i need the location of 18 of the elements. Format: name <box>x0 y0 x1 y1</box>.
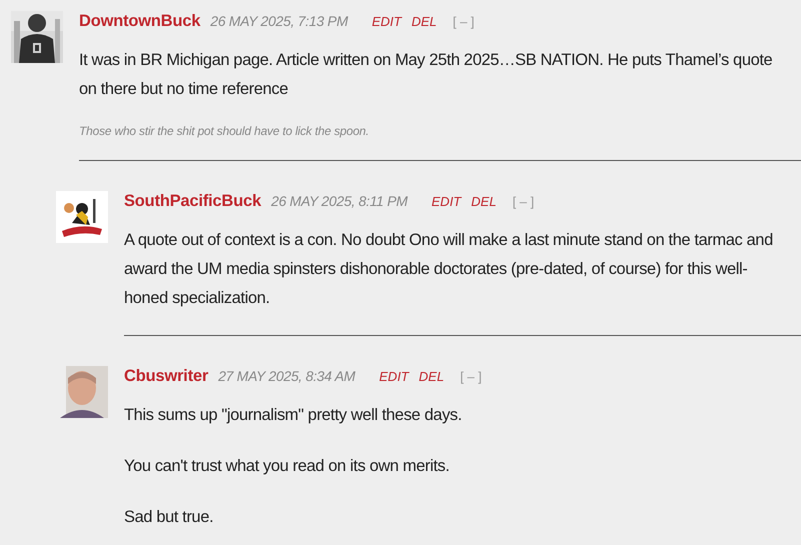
delete-link[interactable]: DEL <box>418 369 444 384</box>
comment-date: 26 MAY 2025, 8:11 PM <box>271 193 408 209</box>
edit-link[interactable]: EDIT <box>372 14 402 29</box>
author-name[interactable]: SouthPacificBuck <box>124 192 262 211</box>
edit-link[interactable]: EDIT <box>432 194 462 209</box>
comment-text: It was in BR Michigan page. Article written on May 25th 2025…SB NATION. He puts Thamel’s quote on there but no time reference <box>79 50 774 100</box>
comment-date: 26 MAY 2025, 7:13 PM <box>210 13 348 29</box>
signature: Those who stir the shit pot should have to lick the spoon. <box>79 124 370 138</box>
author-name[interactable]: DowntownBuck <box>79 12 200 31</box>
author-name[interactable]: Cbuswriter <box>124 367 208 386</box>
comment-text: A quote out of context is a con. No doubt Ono will make a last minute stand on the tarmac and award the UM media spinsters dishonorable doctorates (pre-dated, of course) for this well-honed specialization. <box>124 230 774 309</box>
delete-link[interactable]: DEL <box>411 14 437 29</box>
comment-text: Sad but true. <box>124 507 214 528</box>
delete-link[interactable]: DEL <box>471 194 496 209</box>
comment-date: 27 MAY 2025, 8:34 AM <box>218 368 356 384</box>
comment-text: You can't trust what you read on its own merits. <box>124 456 450 477</box>
comment-text: This sums up "journalism" pretty well these days. <box>124 405 463 426</box>
edit-link[interactable]: EDIT <box>379 369 409 384</box>
